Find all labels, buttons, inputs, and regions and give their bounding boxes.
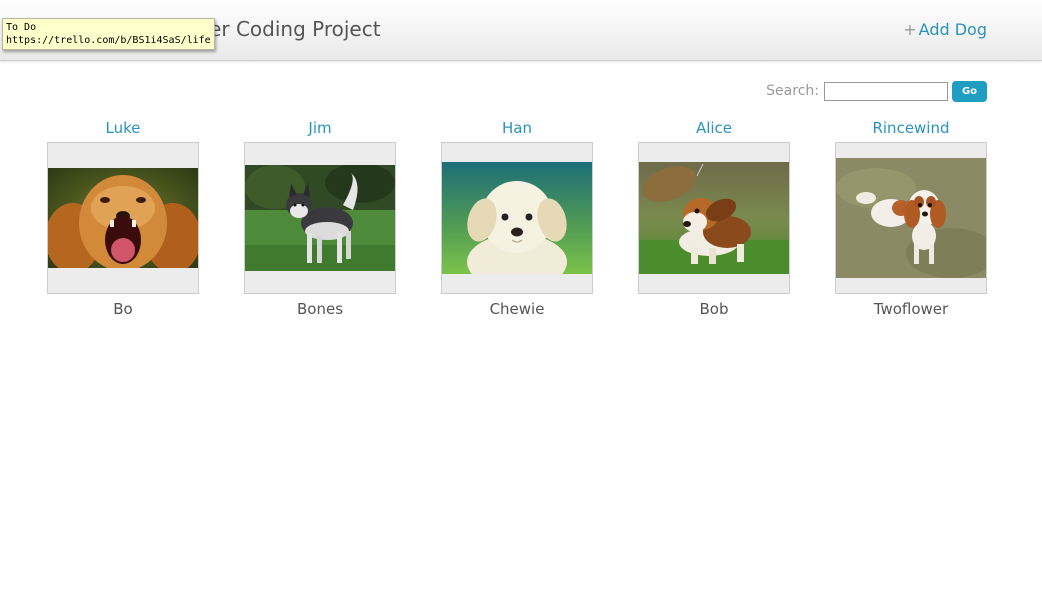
tooltip-url: https://trello.com/b/BS1i4SaS/life [6,35,211,46]
plus-icon: + [903,20,917,39]
owner-name: Twoflower [873,300,949,318]
tooltip-title: To Do [6,22,37,33]
dog-card: Han Chewie [441,118,593,318]
dog-photo-frame[interactable] [244,142,396,294]
dog-name-link[interactable]: Rincewind [835,118,987,142]
add-dog-label: Add Dog [918,20,987,39]
dog-card: Luke Bo [47,118,199,318]
dog-card: Alice Bob [638,118,790,318]
dog-name-link[interactable]: Luke [47,118,199,142]
search-bar: Search: Go [766,80,987,102]
golden-retriever-photo [48,168,198,268]
search-label: Search: [766,83,819,99]
add-dog-link[interactable]: + Add Dog [903,20,987,39]
dog-photo-frame[interactable] [638,142,790,294]
dog-card: Rincewind Twoflower [835,118,987,318]
owner-name: Bob [699,300,729,318]
cavalier-spaniel-photo [836,158,986,278]
white-puppy-photo [442,162,592,274]
dog-name-link[interactable]: Han [441,118,593,142]
dog-photo-frame[interactable] [441,142,593,294]
malamute-photo [245,165,395,271]
dog-card: Jim Bones [244,118,396,318]
dog-photo-frame[interactable] [835,142,987,294]
dog-name-link[interactable]: Alice [638,118,790,142]
owner-name: Bo [113,300,133,318]
go-button[interactable]: Go [952,80,987,102]
link-tooltip: To Do https://trello.com/b/BS1i4SaS/life [2,18,215,50]
search-input[interactable] [824,81,948,101]
owner-name: Chewie [489,300,545,318]
dog-photo-frame[interactable] [47,142,199,294]
owner-name: Bones [296,300,344,318]
basset-hound-photo [639,162,789,274]
dog-name-link[interactable]: Jim [244,118,396,142]
